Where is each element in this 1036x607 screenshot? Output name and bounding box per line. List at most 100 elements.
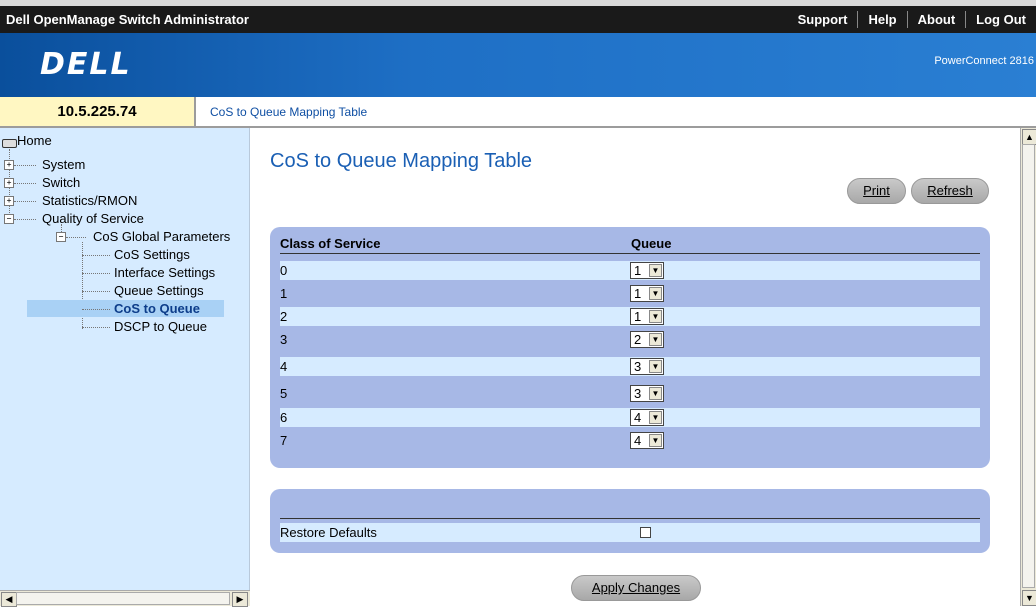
help-link[interactable]: Help xyxy=(857,11,906,28)
queue-select[interactable]: 3 ▼ xyxy=(630,385,664,402)
tree-line xyxy=(14,201,36,202)
queue-value: 1 xyxy=(634,263,642,278)
device-model: PowerConnect 2816 xyxy=(934,55,1034,67)
chevron-down-icon[interactable]: ▼ xyxy=(649,333,662,346)
table-row: 1 1 ▼ xyxy=(280,284,980,303)
chevron-down-icon[interactable]: ▼ xyxy=(649,360,662,373)
scroll-thumb[interactable] xyxy=(16,592,230,605)
top-bar: Dell OpenManage Switch Administrator Sup… xyxy=(0,0,1036,33)
chevron-down-icon[interactable]: ▼ xyxy=(649,411,662,424)
queue-value: 3 xyxy=(634,359,642,374)
home-icon xyxy=(2,139,17,148)
queue-select[interactable]: 4 ▼ xyxy=(630,409,664,426)
scroll-thumb[interactable] xyxy=(1022,144,1035,588)
app-title: Dell OpenManage Switch Administrator xyxy=(6,12,249,27)
support-link[interactable]: Support xyxy=(788,11,858,28)
tree-item-dscp-to-queue[interactable]: DSCP to Queue xyxy=(114,319,207,334)
table-row: 6 4 ▼ xyxy=(280,408,980,427)
queue-value: 2 xyxy=(634,332,642,347)
cos-value: 0 xyxy=(280,263,288,278)
expand-icon[interactable]: + xyxy=(4,196,14,206)
queue-value: 1 xyxy=(634,309,642,324)
column-header-cos: Class of Service xyxy=(280,236,381,251)
scroll-down-icon[interactable]: ▼ xyxy=(1022,590,1036,606)
queue-select[interactable]: 4 ▼ xyxy=(630,432,664,449)
restore-defaults-label: Restore Defaults xyxy=(280,525,377,540)
collapse-icon[interactable]: − xyxy=(56,232,66,242)
queue-value: 3 xyxy=(634,386,642,401)
queue-select[interactable]: 1 ▼ xyxy=(630,308,664,325)
table-row: 3 2 ▼ xyxy=(280,330,980,349)
queue-select[interactable]: 1 ▼ xyxy=(630,285,664,302)
cos-value: 4 xyxy=(280,359,288,374)
cos-value: 2 xyxy=(280,309,288,324)
breadcrumb-bar: CoS to Queue Mapping Table xyxy=(196,97,1036,128)
apply-changes-button[interactable]: Apply Changes xyxy=(571,575,701,601)
sidebar-tree: Home + System + Switch + Statistics/RMON… xyxy=(0,128,250,606)
tree-item-switch[interactable]: Switch xyxy=(42,175,80,190)
chevron-down-icon[interactable]: ▼ xyxy=(649,434,662,447)
tree-line xyxy=(82,291,110,292)
tree-line xyxy=(14,219,36,220)
restore-defaults-checkbox[interactable] xyxy=(640,527,651,538)
tree-item-qos[interactable]: Quality of Service xyxy=(42,211,144,226)
collapse-icon[interactable]: − xyxy=(4,214,14,224)
dell-logo: DELL xyxy=(40,47,132,82)
column-header-queue: Queue xyxy=(631,236,672,251)
tree-item-cos-global[interactable]: CoS Global Parameters xyxy=(93,229,230,244)
mapping-table-panel: Class of Service Queue 0 1 ▼ 1 1 ▼ 2 1 ▼ 3 … xyxy=(270,227,990,468)
top-links: Support Help About Log Out xyxy=(788,11,1036,28)
cos-value: 3 xyxy=(280,332,288,347)
page-title: CoS to Queue Mapping Table xyxy=(270,150,533,172)
tree-line xyxy=(82,309,110,310)
tree-line xyxy=(14,165,36,166)
tree-item-system[interactable]: System xyxy=(42,157,85,172)
queue-select[interactable]: 1 ▼ xyxy=(630,262,664,279)
chevron-down-icon[interactable]: ▼ xyxy=(649,287,662,300)
queue-select[interactable]: 2 ▼ xyxy=(630,331,664,348)
tree-item-interface-settings[interactable]: Interface Settings xyxy=(114,265,215,280)
sidebar-horizontal-scrollbar[interactable]: ◀ ▶ xyxy=(0,590,250,607)
refresh-button[interactable]: Refresh xyxy=(911,178,989,204)
tree-line xyxy=(66,237,86,238)
about-link[interactable]: About xyxy=(906,11,966,28)
scroll-left-icon[interactable]: ◀ xyxy=(1,592,17,607)
tree-item-statistics[interactable]: Statistics/RMON xyxy=(42,193,137,208)
cos-value: 5 xyxy=(280,386,288,401)
queue-value: 1 xyxy=(634,286,642,301)
chevron-down-icon[interactable]: ▼ xyxy=(649,387,662,400)
restore-defaults-row: Restore Defaults xyxy=(280,523,980,542)
logout-link[interactable]: Log Out xyxy=(965,11,1036,28)
header-divider xyxy=(280,253,980,254)
tree-line xyxy=(82,273,110,274)
main-vertical-scrollbar[interactable]: ▲ ▼ xyxy=(1020,128,1036,606)
tree-line xyxy=(82,255,110,256)
expand-icon[interactable]: + xyxy=(4,178,14,188)
tree-item-queue-settings[interactable]: Queue Settings xyxy=(114,283,204,298)
table-row: 0 1 ▼ xyxy=(280,261,980,280)
banner: DELL PowerConnect 2816 xyxy=(0,33,1036,97)
table-row: 4 3 ▼ xyxy=(280,357,980,376)
print-button[interactable]: Print xyxy=(847,178,906,204)
expand-icon[interactable]: + xyxy=(4,160,14,170)
chevron-down-icon[interactable]: ▼ xyxy=(649,310,662,323)
breadcrumb: CoS to Queue Mapping Table xyxy=(210,105,368,119)
scroll-right-icon[interactable]: ▶ xyxy=(232,592,248,607)
table-row: 5 3 ▼ xyxy=(280,384,980,403)
tree-item-home[interactable]: Home xyxy=(17,133,52,148)
tree-line xyxy=(82,327,110,328)
queue-value: 4 xyxy=(634,433,642,448)
table-row: 7 4 ▼ xyxy=(280,431,980,450)
chevron-down-icon[interactable]: ▼ xyxy=(649,264,662,277)
tree-item-cos-to-queue[interactable]: CoS to Queue xyxy=(114,301,200,316)
scroll-up-icon[interactable]: ▲ xyxy=(1022,129,1036,145)
table-row: 2 1 ▼ xyxy=(280,307,980,326)
device-ip: 10.5.225.74 xyxy=(0,97,196,128)
queue-select[interactable]: 3 ▼ xyxy=(630,358,664,375)
restore-defaults-panel: Restore Defaults xyxy=(270,489,990,553)
tree-line xyxy=(14,183,36,184)
tree-item-cos-settings[interactable]: CoS Settings xyxy=(114,247,190,262)
cos-value: 7 xyxy=(280,433,288,448)
section-divider xyxy=(280,518,980,519)
cos-value: 6 xyxy=(280,410,288,425)
